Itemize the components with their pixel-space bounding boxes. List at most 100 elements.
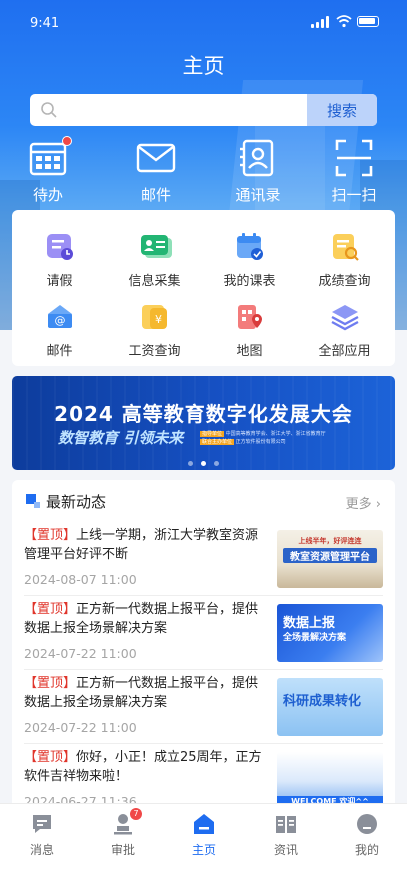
tab-label: 资讯 <box>273 843 298 857</box>
banner-dot[interactable] <box>214 461 219 466</box>
search-button[interactable]: 搜索 <box>307 94 377 126</box>
news-item-thumbnail: 科研成果转化 <box>277 678 383 736</box>
tab-news[interactable]: 资讯 <box>246 812 326 858</box>
notification-dot <box>62 136 72 146</box>
banner-pagination[interactable] <box>12 461 395 466</box>
mail-icon <box>136 138 176 178</box>
banner-host-tag: 联合主办单位 <box>200 439 235 445</box>
thumbnail-caption: 数据上报 <box>283 616 336 631</box>
search-icon <box>41 102 57 118</box>
news-item-date: 2024-07-22 11:00 <box>24 646 137 661</box>
app-all-apps[interactable]: 全部应用 <box>297 302 392 359</box>
app-label: 成绩查询 <box>318 274 371 289</box>
banner-title: 2024 高等教育数字化发展大会 <box>54 402 353 426</box>
news-section: 最新动态 更多 › 【置顶】上线一学期，浙江大学教室资源管理平台好评不断 202… <box>12 480 395 810</box>
leave-icon <box>45 232 75 262</box>
news-item-text: 【置顶】正方新一代数据上报平台，提供数据上报全场景解决方案 <box>24 600 269 638</box>
pinned-tag: 【置顶】 <box>24 602 77 617</box>
tab-home[interactable]: 主页 <box>164 812 244 858</box>
tab-approval[interactable]: 7 审批 <box>83 808 163 858</box>
news-more-link[interactable]: 更多 › <box>346 493 381 512</box>
event-banner[interactable]: 2024 高等教育数字化发展大会 数智教育 引领未来 指导单位 中国高等教育学会… <box>12 376 395 470</box>
app-map[interactable]: 地图 <box>202 302 297 359</box>
app-email[interactable]: @ 邮件 <box>12 302 107 359</box>
tab-label: 审批 <box>110 843 135 857</box>
news-item[interactable]: 【置顶】你好，小正！成立25周年，正方软件吉祥物来啦！ 2024-06-27 1… <box>24 744 383 810</box>
news-item-text: 【置顶】你好，小正！成立25周年，正方软件吉祥物来啦！ <box>24 748 269 786</box>
status-bar: 9:41 <box>0 0 407 44</box>
contacts-icon <box>238 138 278 178</box>
quick-action-mail[interactable]: 邮件 <box>116 138 196 205</box>
news-item-date: 2024-07-22 11:00 <box>24 720 137 735</box>
banner-organizers: 指导单位 中国高等教育学会、浙江大学、浙江省教育厅 联合主办单位 正方软件股份有… <box>200 430 350 446</box>
email-icon: @ <box>45 302 75 332</box>
calendar-icon <box>28 136 72 178</box>
app-leave[interactable]: 请假 <box>12 232 107 289</box>
news-item-thumbnail: WELCOME 欢迎^^ <box>277 752 383 810</box>
approval-badge: 7 <box>130 808 142 820</box>
svg-text:@: @ <box>54 314 65 327</box>
tab-label: 消息 <box>29 843 54 857</box>
news-more-label: 更多 <box>345 497 372 512</box>
approval-icon: 7 <box>111 808 142 836</box>
app-label: 我的课表 <box>223 274 276 289</box>
news-item-thumbnail: 上线半年，好评连连 教室资源管理平台 <box>277 530 383 588</box>
app-label: 地图 <box>236 344 263 359</box>
app-info-collect[interactable]: 信息采集 <box>107 232 202 289</box>
tab-profile[interactable]: 我的 <box>327 812 407 858</box>
battery-icon <box>357 16 379 27</box>
banner-slogan: 数智教育 引领未来 <box>58 429 184 447</box>
thumbnail-subtitle: 上线半年，好评连连 <box>298 537 362 545</box>
quick-action-label: 通讯录 <box>235 186 281 204</box>
map-icon <box>235 302 265 332</box>
thumbnail-subtitle: 全场景解决方案 <box>283 633 347 643</box>
status-time: 9:41 <box>30 16 60 31</box>
news-item-thumbnail: 数据上报 全场景解决方案 <box>277 604 383 662</box>
tab-messages[interactable]: 消息 <box>2 812 82 858</box>
quick-action-todo[interactable]: 待办 <box>8 136 88 205</box>
quick-action-contacts[interactable]: 通讯录 <box>218 138 298 205</box>
pinned-tag: 【置顶】 <box>24 528 77 543</box>
info-collect-icon <box>140 232 172 262</box>
pinned-tag: 【置顶】 <box>24 750 77 765</box>
banner-organizer: 中国高等教育学会、浙江大学、浙江省教育厅 <box>225 431 326 437</box>
banner-dot[interactable] <box>188 461 193 466</box>
thumbnail-caption: 科研成果转化 <box>283 694 362 709</box>
app-schedule[interactable]: 我的课表 <box>202 232 297 289</box>
pinned-tag: 【置顶】 <box>24 676 77 691</box>
app-label: 信息采集 <box>128 274 181 289</box>
message-icon <box>30 812 54 836</box>
quick-action-label: 扫一扫 <box>331 186 377 204</box>
wifi-icon <box>336 15 352 28</box>
app-grades[interactable]: 成绩查询 <box>297 232 392 289</box>
search-bar[interactable]: 搜索 <box>30 94 377 126</box>
chevron-right-icon: › <box>375 497 381 512</box>
all-apps-icon <box>330 302 360 332</box>
grades-icon <box>330 232 360 262</box>
app-grid: 请假 信息采集 我的课表 成绩查询 @ 邮件 ¥ 工资查询 地图 全部应用 <box>12 210 395 366</box>
cellular-signal-icon <box>311 16 329 28</box>
tab-label: 主页 <box>191 843 216 857</box>
news-item[interactable]: 【置顶】正方新一代数据上报平台，提供数据上报全场景解决方案 2024-07-22… <box>24 596 383 670</box>
scan-icon <box>334 138 374 178</box>
quick-action-scan[interactable]: 扫一扫 <box>314 138 394 205</box>
home-icon <box>192 812 216 836</box>
profile-icon <box>355 812 379 836</box>
app-label: 邮件 <box>46 344 73 359</box>
banner-dot-active[interactable] <box>201 461 206 466</box>
news-section-icon <box>26 494 40 508</box>
app-label: 请假 <box>46 274 73 289</box>
search-input[interactable] <box>66 94 296 126</box>
salary-icon: ¥ <box>140 302 170 332</box>
banner-organizer-tag: 指导单位 <box>200 431 225 437</box>
schedule-icon <box>235 232 265 262</box>
news-item[interactable]: 【置顶】上线一学期，浙江大学教室资源管理平台好评不断 2024-08-07 11… <box>24 522 383 596</box>
news-item-text: 【置顶】上线一学期，浙江大学教室资源管理平台好评不断 <box>24 526 269 564</box>
quick-actions: 待办 邮件 通讯录 扫一扫 <box>0 136 407 208</box>
news-icon <box>274 812 298 836</box>
news-item[interactable]: 【置顶】正方新一代数据上报平台，提供数据上报全场景解决方案 2024-07-22… <box>24 670 383 744</box>
news-item-text: 【置顶】正方新一代数据上报平台，提供数据上报全场景解决方案 <box>24 674 269 712</box>
app-salary[interactable]: ¥ 工资查询 <box>107 302 202 359</box>
banner-host: 正方软件股份有限公司 <box>235 439 286 445</box>
quick-action-label: 待办 <box>32 186 63 204</box>
